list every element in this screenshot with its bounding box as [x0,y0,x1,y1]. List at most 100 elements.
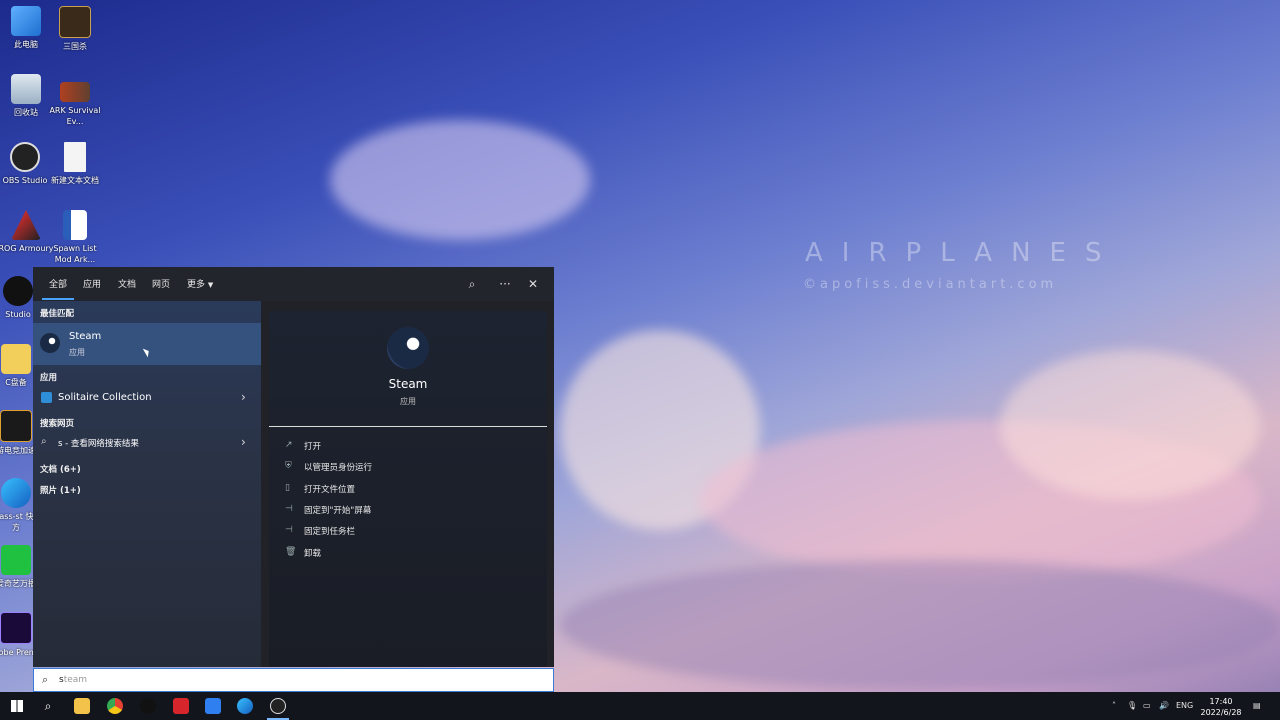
close-icon: ✕ [527,277,539,291]
chevron-right-icon: › [241,390,246,404]
desktop-icon-ark[interactable]: ARK Survival Ev... [47,82,103,127]
volume-icon[interactable]: 🔊 [1159,701,1169,710]
search-input[interactable]: ⌕ steam [33,668,554,692]
action-label: 固定到任务栏 [304,527,356,537]
ark-game-icon [60,82,90,102]
search-taskbar-button[interactable]: ⌕ [40,698,56,714]
search-query: steam [59,675,87,685]
desktop-icon-rog-armoury[interactable]: ROG Armoury [0,210,54,254]
mouse-cursor-icon [142,346,152,358]
computer-icon [11,6,41,36]
steam-icon [40,333,60,353]
folder-icon [1,344,31,374]
desktop-icon-recycle-bin[interactable]: 回收站 [0,74,54,118]
detail-divider [269,426,547,427]
best-match-name: Steam [69,331,102,342]
windows-logo-icon [11,700,23,712]
detail-app-name: Steam [388,377,428,391]
desktop-icon-sanguosha[interactable]: 三国杀 [47,6,103,52]
edge-icon[interactable] [237,698,253,714]
tab-all[interactable]: 全部 [49,277,67,290]
system-clock[interactable]: 17:40 2022/6/28 [1198,696,1244,718]
search-query-suggestion: team [63,675,88,685]
web-search-result[interactable]: ⌕ s - 查看网络搜索结果 › [33,432,261,454]
text-file-icon [64,142,86,172]
best-match-type: 应用 [69,348,85,357]
chevron-right-icon: › [241,435,246,449]
iqiyi-icon [1,545,31,575]
obs-taskbar-icon[interactable] [270,698,286,714]
section-apps: 应用 [40,373,58,383]
shield-icon: ⛨ [285,461,292,471]
clock-date: 2022/6/28 [1200,708,1242,717]
action-label: 以管理员身份运行 [304,463,373,473]
action-label: 卸载 [304,549,322,559]
pin-icon: ⊣ [285,525,293,535]
more-options-button[interactable]: ··· [496,275,514,293]
studio-icon [3,276,33,306]
steam-large-icon [387,327,429,369]
search-icon: ⌕ [41,436,47,447]
tab-more[interactable]: 更多 ▼ [187,277,213,290]
detail-pane: Steam 应用 ↗ 打开 ⛨ 以管理员身份运行 ▯ 打开文件位置 ⊣ 固定到"… [269,311,547,667]
desktop-icon-spawn-list[interactable]: Spawn List Mod Ark... [47,210,103,265]
microphone-icon[interactable]: 🎙 [1127,701,1137,710]
search-user-button[interactable]: ⌕ [463,275,481,293]
tab-web[interactable]: 网页 [152,277,170,290]
recycle-bin-icon [11,74,41,104]
chevron-down-icon: ▼ [207,281,214,289]
notification-icon[interactable]: ▤ [1253,701,1261,710]
tab-apps[interactable]: 应用 [83,277,101,290]
clock-time: 17:40 [1209,697,1233,706]
premiere-icon [0,612,32,644]
qq-icon[interactable] [140,698,156,714]
section-documents[interactable]: 文档 (6+) [40,463,81,475]
file-explorer-icon[interactable] [74,698,90,714]
desktop-icon-new-text[interactable]: 新建文本文档 [47,142,103,186]
chrome-icon[interactable] [107,698,123,714]
section-photos[interactable]: 照片 (1+) [40,484,81,496]
desktop-icon-obs[interactable]: OBS Studio [0,142,53,186]
folder-icon: ▯ [285,483,290,493]
search-icon: ⌕ [44,699,52,713]
start-button[interactable] [9,698,25,714]
search-icon: ⌕ [42,673,49,686]
desktop-icon-this-pc[interactable]: 此电脑 [0,6,54,50]
app-blue-icon[interactable] [205,698,221,714]
accelerator-icon [0,410,32,442]
word-document-icon [63,210,87,240]
netease-music-icon[interactable] [173,698,189,714]
best-match-item[interactable]: Steam 应用 [33,323,261,365]
game-icon [59,6,91,38]
obs-icon [10,142,40,172]
detail-app-type: 应用 [400,397,416,406]
wallpaper-credit: ©apofiss.deviantart.com [803,277,1058,292]
section-web: 搜索网页 [40,419,75,429]
app-result-solitaire[interactable]: Solitaire Collection › [33,387,261,409]
active-tab-indicator [42,298,74,300]
search-tabs: 全部 应用 文档 网页 更多 ▼ ⌕ ··· ✕ [33,267,554,301]
tray-overflow-icon[interactable]: ˄ [1112,701,1116,710]
solitaire-icon [41,392,52,403]
app-result-name: Solitaire Collection [58,392,152,403]
trash-icon: 🗑 [285,547,297,557]
open-icon: ↗ [285,440,293,450]
tab-documents[interactable]: 文档 [118,277,136,290]
ellipsis-icon: ··· [499,277,511,291]
action-label: 打开文件位置 [304,485,356,495]
action-label: 打开 [304,442,322,452]
search-icon: ⌕ [468,277,476,291]
edge-like-icon [1,478,31,508]
rog-icon [11,210,41,240]
close-button[interactable]: ✕ [524,275,542,293]
tab-more-label: 更多 [187,280,206,290]
input-language[interactable]: ENG [1176,701,1193,710]
wallpaper-title: AIRPLANES [805,238,1121,268]
start-search-panel: 全部 应用 文档 网页 更多 ▼ ⌕ ··· ✕ 最佳匹配 Steam 应用 应… [33,267,554,667]
action-label: 固定到"开始"屏幕 [304,506,372,516]
taskbar: ⌕ ˄ 🎙 ▭ 🔊 ENG 17:40 2022/6/28 ▤ [0,692,1280,720]
network-icon[interactable]: ▭ [1143,701,1151,710]
web-search-text: s - 查看网络搜索结果 [58,439,139,449]
section-best-match: 最佳匹配 [40,309,75,319]
results-list: 最佳匹配 Steam 应用 应用 Solitaire Collection › … [33,301,261,667]
